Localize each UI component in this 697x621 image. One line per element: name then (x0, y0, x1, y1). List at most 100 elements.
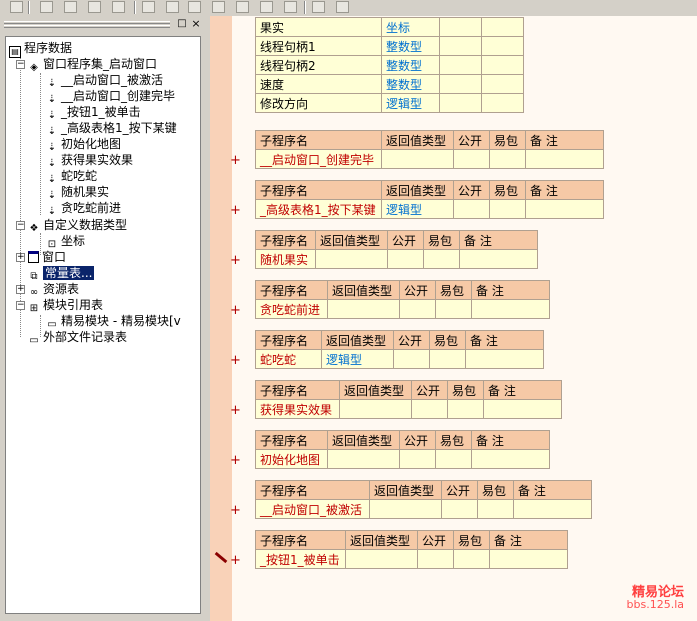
sub-easy[interactable] (489, 149, 526, 169)
tree-item-coord[interactable]: ⊡ 坐标 (46, 233, 85, 250)
sub-public[interactable] (453, 149, 490, 169)
sub-ret[interactable] (315, 249, 388, 269)
sub-note[interactable] (471, 449, 550, 469)
sub-ret[interactable] (381, 149, 454, 169)
var-cell[interactable] (481, 74, 524, 94)
toolbar-button-7[interactable] (166, 1, 179, 13)
sub-public[interactable] (411, 399, 448, 419)
tree-item-sub[interactable]: ⇣ _高级表格1_按下某键 (46, 120, 177, 137)
expand-plus-icon[interactable]: + (230, 154, 242, 167)
tree-item-resources[interactable]: ∞ 资源表 (28, 281, 79, 298)
sub-note[interactable] (459, 249, 538, 269)
var-type[interactable]: 整数型 (381, 74, 440, 94)
toolbar-button-9[interactable] (212, 1, 225, 13)
sub-easy[interactable] (429, 349, 466, 369)
sub-easy[interactable] (489, 199, 526, 219)
sub-ret[interactable] (327, 449, 400, 469)
var-cell[interactable] (481, 93, 524, 113)
toolbar-button-10[interactable] (236, 1, 249, 13)
sub-note[interactable] (525, 199, 604, 219)
expand-plus-icon[interactable]: + (230, 454, 242, 467)
sub-name[interactable]: 蛇吃蛇 (255, 349, 322, 369)
var-cell[interactable] (481, 55, 524, 75)
sub-name[interactable]: 初始化地图 (255, 449, 328, 469)
sub-public[interactable] (453, 199, 490, 219)
sub-note[interactable] (489, 549, 568, 569)
expand-plus-icon[interactable]: + (230, 554, 242, 567)
tree-item-module-ref[interactable]: ⊞ 模块引用表 (28, 297, 103, 314)
sub-public[interactable] (393, 349, 430, 369)
tree-item-assembly[interactable]: ◈ 窗口程序集_启动窗口 (28, 56, 157, 73)
collapse-icon[interactable]: − (16, 221, 25, 230)
sub-note[interactable] (513, 499, 592, 519)
sub-note[interactable] (525, 149, 604, 169)
var-cell[interactable] (439, 74, 482, 94)
sub-easy[interactable] (447, 399, 484, 419)
var-name[interactable]: 线程句柄1 (255, 36, 382, 56)
tree-item-module[interactable]: ▭ 精易模块 - 精易模块[v (46, 313, 180, 330)
pin-icon[interactable]: □ (176, 18, 188, 30)
toolbar-button-4[interactable] (88, 1, 101, 13)
expand-plus-icon[interactable]: + (230, 304, 242, 317)
toolbar-button-14[interactable] (336, 1, 349, 13)
expand-plus-icon[interactable]: + (230, 354, 242, 367)
sub-public[interactable] (387, 249, 424, 269)
expand-plus-icon[interactable]: + (230, 254, 242, 267)
tree-item-sub[interactable]: ⇣ 蛇吃蛇 (46, 168, 97, 185)
sub-name[interactable]: _高级表格1_按下某键 (255, 199, 382, 219)
sub-public[interactable] (417, 549, 454, 569)
sub-easy[interactable] (435, 299, 472, 319)
tree-item-sub[interactable]: ⇣ 初始化地图 (46, 136, 121, 153)
tree-item-constants[interactable]: ⧉ 常量表... (28, 265, 95, 282)
sub-easy[interactable] (423, 249, 460, 269)
toolbar-button-3[interactable] (64, 1, 77, 13)
sub-name[interactable]: 获得果实效果 (255, 399, 340, 419)
expand-plus-icon[interactable]: + (230, 404, 242, 417)
close-icon[interactable]: × (190, 18, 202, 30)
expand-plus-icon[interactable]: + (230, 204, 242, 217)
sub-name[interactable]: 贪吃蛇前进 (255, 299, 328, 319)
sub-ret[interactable] (345, 549, 418, 569)
sub-ret[interactable] (339, 399, 412, 419)
toolbar-button-13[interactable] (312, 1, 325, 13)
tree-item-custom-types[interactable]: ❖ 自定义数据类型 (28, 217, 128, 234)
var-name[interactable]: 果实 (255, 17, 382, 37)
expand-plus-icon[interactable]: + (230, 504, 242, 517)
toolbar-button-6[interactable] (142, 1, 155, 13)
toolbar-button-2[interactable] (40, 1, 53, 13)
var-cell[interactable] (481, 17, 524, 37)
collapse-icon[interactable]: − (16, 60, 25, 69)
sub-ret[interactable] (327, 299, 400, 319)
tree-item-sub[interactable]: ⇣ _按钮1_被单击 (46, 104, 141, 121)
panel-grip[interactable] (4, 25, 170, 28)
sub-public[interactable] (399, 299, 436, 319)
toolbar-button-11[interactable] (260, 1, 273, 13)
tree-item-window[interactable]: 窗口 (28, 249, 66, 265)
sub-ret[interactable]: 逻辑型 (381, 199, 454, 219)
toolbar-button-8[interactable] (188, 1, 201, 13)
sub-note[interactable] (483, 399, 562, 419)
collapse-icon[interactable]: − (16, 301, 25, 310)
sub-name[interactable]: 随机果实 (255, 249, 316, 269)
sub-easy[interactable] (453, 549, 490, 569)
sub-name[interactable]: __启动窗口_创建完毕 (255, 149, 382, 169)
var-type[interactable]: 逻辑型 (381, 93, 440, 113)
sub-ret[interactable]: 逻辑型 (321, 349, 394, 369)
sub-public[interactable] (399, 449, 436, 469)
var-cell[interactable] (439, 93, 482, 113)
tree-item-sub[interactable]: ⇣ 贪吃蛇前进 (46, 200, 121, 217)
var-cell[interactable] (439, 55, 482, 75)
var-name[interactable]: 速度 (255, 74, 382, 94)
tree-root[interactable]: ▤ 程序数据 (9, 40, 72, 58)
panel-grip[interactable] (4, 21, 170, 24)
tree-item-sub[interactable]: ⇣ __启动窗口_被激活 (46, 72, 163, 89)
var-cell[interactable] (481, 36, 524, 56)
sub-note[interactable] (471, 299, 550, 319)
var-name[interactable]: 线程句柄2 (255, 55, 382, 75)
toolbar-button-5[interactable] (112, 1, 125, 13)
expand-icon[interactable]: + (16, 253, 25, 262)
var-cell[interactable] (439, 36, 482, 56)
sub-public[interactable] (441, 499, 478, 519)
var-type[interactable]: 整数型 (381, 36, 440, 56)
var-cell[interactable] (439, 17, 482, 37)
